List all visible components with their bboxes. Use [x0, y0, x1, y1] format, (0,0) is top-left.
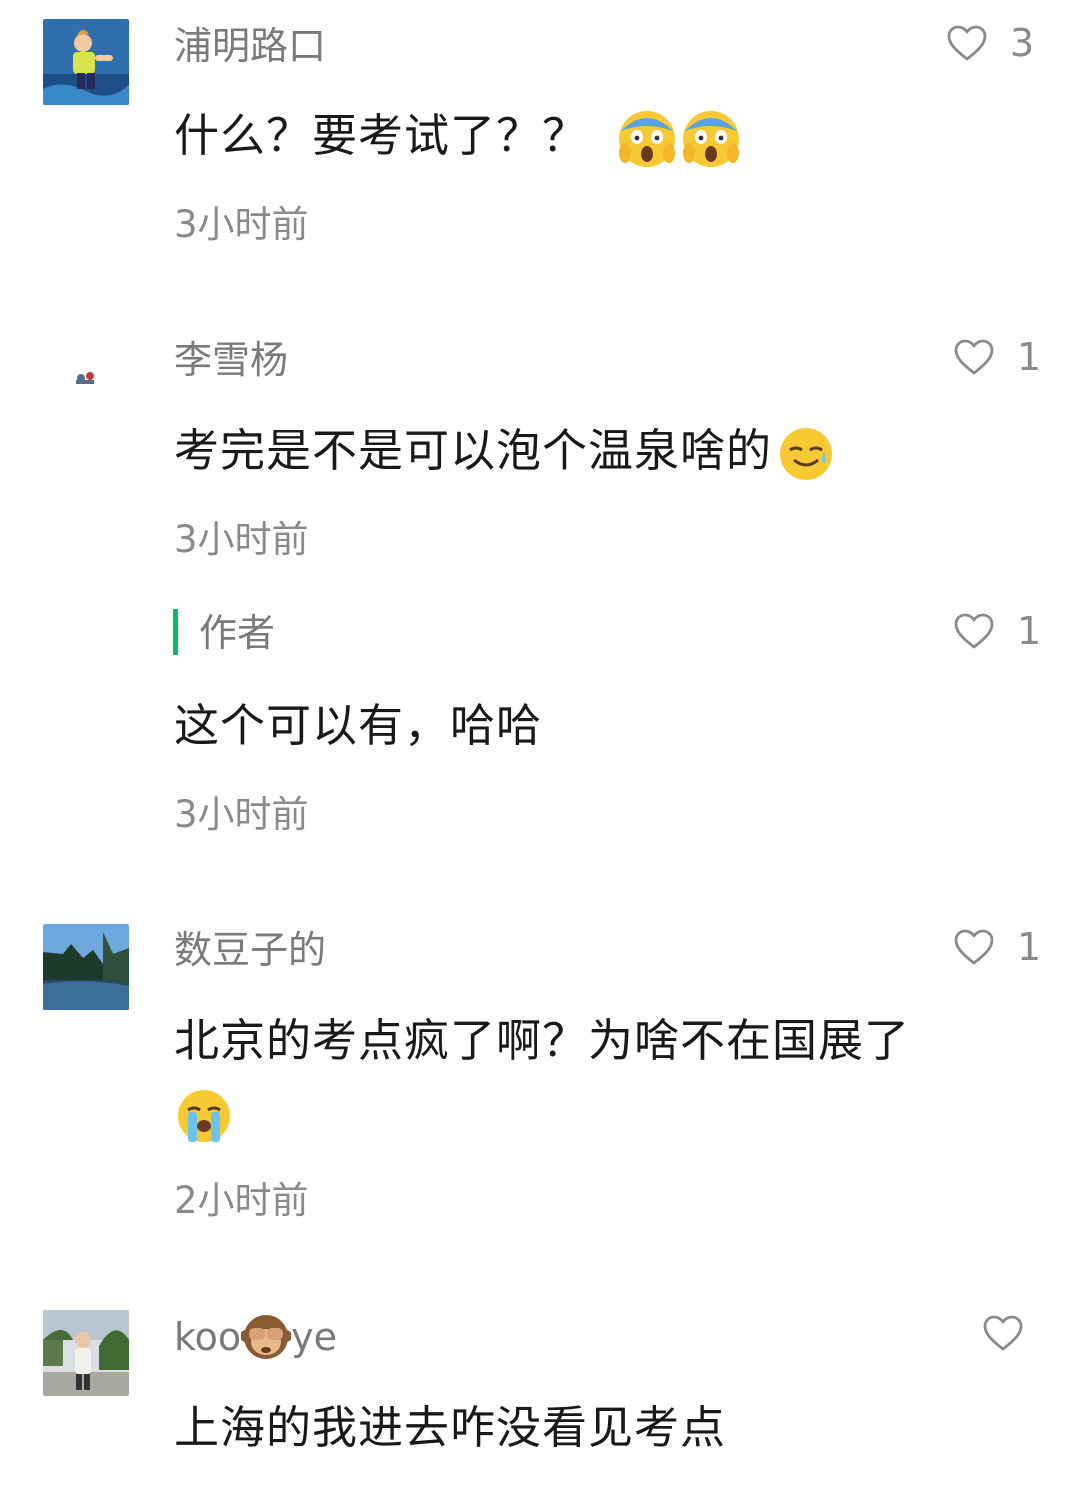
timestamp: 3小时前: [174, 203, 309, 246]
avatar[interactable]: [43, 334, 129, 420]
sweat-smile-emoji: [778, 426, 834, 482]
commenter-name[interactable]: 浦明路口: [174, 22, 326, 70]
like-button[interactable]: 1: [953, 333, 1041, 381]
author-reply-marker: [173, 609, 178, 655]
heart-outline-icon: [954, 613, 994, 649]
like-count: 1: [1017, 335, 1042, 379]
commenter-name-part: ye: [291, 1315, 338, 1359]
heart-outline-icon: [983, 1315, 1023, 1351]
timestamp: 3小时前: [174, 793, 309, 836]
avatar[interactable]: [43, 1310, 129, 1396]
author-label: 作者: [199, 611, 276, 655]
scream-emoji: [681, 109, 741, 169]
like-count: 1: [1017, 925, 1042, 969]
like-button[interactable]: 3: [946, 19, 1034, 67]
loudly-crying-emoji: [176, 1088, 232, 1148]
comment-text-body: 什么？要考试了？？: [174, 109, 589, 162]
comment-text: 什么？要考试了？？: [174, 106, 741, 169]
commenter-name[interactable]: koo ye: [174, 1312, 337, 1373]
comment-text: 考完是不是可以泡个温泉啥的: [174, 421, 834, 482]
heart-outline-icon: [954, 339, 994, 375]
like-button[interactable]: [982, 1309, 1024, 1357]
like-count: 1: [1017, 609, 1042, 653]
comment-text-body: 考完是不是可以泡个温泉啥的: [174, 424, 773, 477]
comment-text: 上海的我进去咋没看见考点: [174, 1401, 727, 1454]
avatar[interactable]: [43, 19, 129, 105]
commenter-name[interactable]: 数豆子的: [174, 926, 326, 974]
commenter-name[interactable]: 李雪杨: [174, 336, 288, 384]
like-count: 3: [1010, 21, 1035, 65]
like-button[interactable]: 1: [953, 607, 1041, 655]
heart-outline-icon: [947, 25, 987, 61]
scream-emoji: [617, 109, 677, 169]
avatar[interactable]: [43, 924, 129, 1010]
see-no-evil-monkey-emoji: [240, 1312, 293, 1373]
timestamp: 3小时前: [174, 518, 309, 561]
commenter-name-part: koo: [174, 1315, 242, 1359]
timestamp: 2小时前: [174, 1179, 309, 1222]
like-button[interactable]: 1: [953, 923, 1041, 971]
heart-outline-icon: [954, 929, 994, 965]
comment-text: 北京的考点疯了啊？为啥不在国展了: [174, 1014, 911, 1067]
reply-text: 这个可以有，哈哈: [174, 699, 543, 752]
